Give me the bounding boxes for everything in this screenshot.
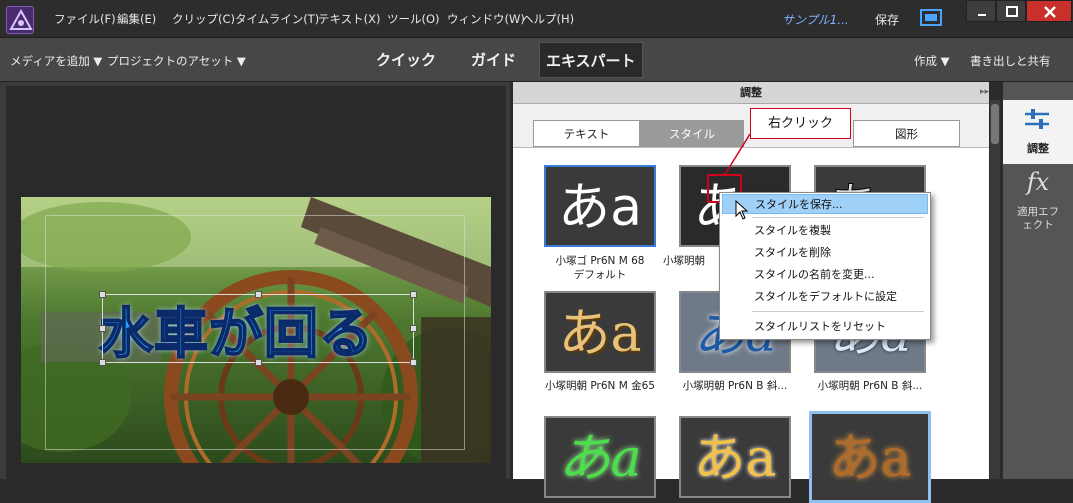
scrollbar-thumb[interactable] [991,104,999,144]
resize-handle[interactable] [99,359,106,366]
menu-item-duplicate-style[interactable]: スタイルを複製 [722,221,928,241]
resize-handle[interactable] [255,359,262,366]
menu-file[interactable]: ファイル(F) [54,11,116,27]
style-thumbnail[interactable]: あa [679,416,791,498]
resize-handle[interactable] [410,325,417,332]
add-media-button[interactable]: メディアを追加 ▼ [10,53,102,69]
style-preview: あa [693,429,777,489]
fullscreen-icon[interactable] [919,8,943,28]
panel-expand-icon[interactable]: ▸▸ [980,87,989,97]
style-preview: あa [558,178,642,238]
menu-edit[interactable]: 編集(E) [117,11,156,27]
app-logo-icon[interactable] [6,6,34,34]
style-preview: あa [558,429,642,489]
create-button[interactable]: 作成 ▼ [914,53,950,69]
style-thumbnail[interactable]: あa [544,291,656,373]
export-share-button[interactable]: 書き出しと共有 [970,53,1051,69]
style-label: 小塚明朝 [663,255,705,267]
menu-text[interactable]: テキスト(X) [318,11,381,27]
menu-item-reset-list[interactable]: スタイルリストをリセット [722,317,928,337]
style-thumbnail[interactable]: あa [544,416,656,498]
title-bounding-box[interactable] [99,291,417,366]
sidebar-adjust-label: 調整 [1027,142,1049,155]
menu-item-delete-style[interactable]: スタイルを削除 [722,243,928,263]
style-label: 小塚明朝 Pr6N B 斜... [817,380,923,392]
style-label: 小塚ゴ Pr6N M 68 [555,255,645,267]
sidebar-item-adjust[interactable]: 調整 [1003,100,1073,164]
close-icon[interactable] [1026,0,1072,22]
menu-item-save-style[interactable]: スタイルを保存... [722,194,928,214]
tab-text[interactable]: テキスト [533,120,640,147]
resize-handle[interactable] [99,325,106,332]
right-sidebar: 調整 fx 適用エフェクト [1003,82,1073,479]
maximize-icon[interactable] [996,0,1026,22]
resize-handle[interactable] [410,291,417,298]
create-label: 作成 [914,54,937,68]
project-name: サンプル1... [782,13,849,27]
panel-scrollbar[interactable] [990,100,1000,479]
menu-help[interactable]: ヘルプ(H) [522,11,574,27]
menu-timeline[interactable]: タイムライン(T) [235,11,319,27]
mouse-cursor-icon [735,199,749,224]
fx-icon: fx [1026,168,1050,196]
minimize-icon[interactable] [966,0,996,22]
style-preview: あa [558,304,642,364]
style-thumbnail[interactable]: あa [544,165,656,247]
tab-shapes[interactable]: 図形 [853,120,960,147]
menu-item-set-default[interactable]: スタイルをデフォルトに設定 [722,287,928,307]
sliders-icon [1023,108,1051,136]
tab-guided[interactable]: ガイド [465,42,522,78]
context-menu: スタイルを保存... スタイルを複製 スタイルを削除 スタイルの名前を変更...… [719,192,931,340]
project-assets-button[interactable]: プロジェクトのアセット ▼ [107,53,246,69]
style-label: 小塚明朝 Pr6N M 金65 [545,380,655,392]
applied-effects-label: 適用エフェクト [1017,206,1059,231]
resize-handle[interactable] [410,359,417,366]
toolbar: メディアを追加 ▼ プロジェクトのアセット ▼ クイック ガイド エキスパート … [0,38,1073,82]
add-media-label: メディアを追加 [10,54,90,68]
menu-item-rename-style[interactable]: スタイルの名前を変更... [722,265,928,285]
menu-bar: ファイル(F) 編集(E) クリップ(C) タイムライン(T) テキスト(X) … [0,0,1073,38]
resize-handle[interactable] [255,291,262,298]
save-button[interactable]: 保存 [875,11,899,28]
style-preview: あa [828,429,912,489]
menu-window[interactable]: ウィンドウ(W) [447,11,525,27]
menu-tools[interactable]: ツール(O) [387,11,440,27]
resize-handle[interactable] [99,291,106,298]
project-assets-label: プロジェクトのアセット [107,54,234,68]
sidebar-item-applied-effects[interactable]: fx 適用エフェクト [1003,166,1073,238]
menu-clip[interactable]: クリップ(C) [172,11,235,27]
style-label: 小塚明朝 Pr6N B 斜... [682,380,788,392]
style-thumbnail[interactable]: あa [809,411,931,503]
menu-separator [752,311,924,312]
video-preview[interactable]: 水車が回る [21,197,491,463]
style-label: デフォルト [573,269,627,281]
menu-separator [752,217,924,218]
tab-expert[interactable]: エキスパート [539,42,643,78]
tab-style[interactable]: スタイル [640,120,744,147]
tab-quick[interactable]: クイック [370,42,442,78]
panel-title: 調整 [513,82,989,104]
callout-label: 右クリック [750,108,851,139]
